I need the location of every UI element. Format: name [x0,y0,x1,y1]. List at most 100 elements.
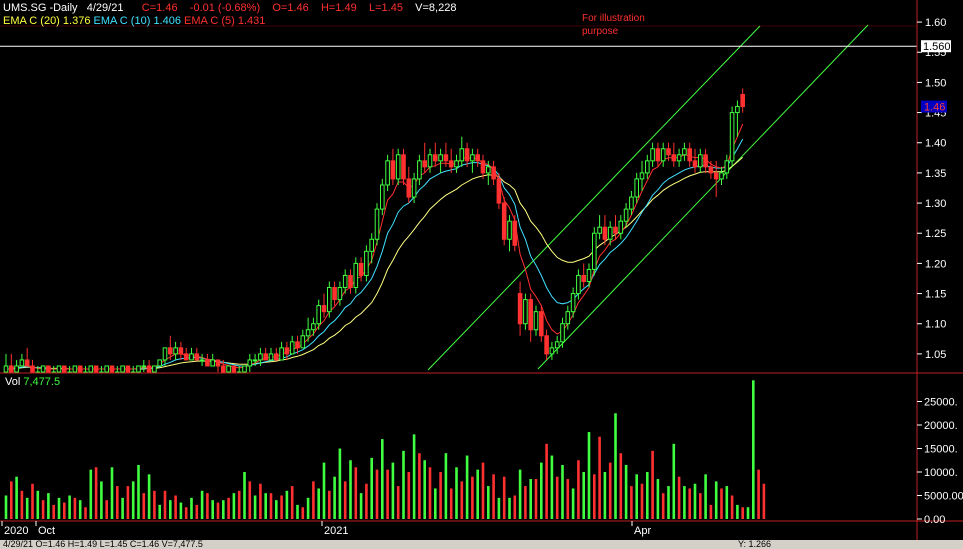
high-label: H=1.49 [320,2,357,14]
volume-bar [375,469,379,519]
volume-bar [131,481,135,519]
volume-bar [317,488,320,519]
volume-bar [296,504,299,519]
candle-body [46,365,51,373]
volume-bar [608,462,612,519]
candle-body [327,287,332,313]
volume-bar [137,464,140,519]
volume-bar [502,476,506,519]
volume-bar [126,486,130,519]
candle-body [385,160,390,186]
price-tick-label: 1.60 [925,17,946,29]
candle-body [141,365,147,368]
candle-body [517,293,523,325]
volume-bar [672,443,676,519]
volume-bar [428,467,432,519]
volume-bar [110,467,114,519]
volume-bar [582,472,585,519]
candle [46,365,51,373]
volume-bar [243,472,246,519]
candle-body [14,365,19,373]
candle-body [258,353,263,361]
volume-bar [587,432,591,519]
price-volume-chart[interactable]: 1.601.551.501.451.401.351.301.251.201.15… [0,0,963,549]
price-tick-label: 1.30 [925,198,946,210]
volume-bar [190,497,193,519]
volume-bar [275,500,278,519]
volume-bar [285,490,289,519]
candle [157,359,162,367]
time-tick-label: 2020 [4,525,28,537]
volume-bar [359,493,363,519]
volume-bar [121,497,124,519]
candle [88,365,94,373]
candle-body [554,341,560,349]
volume-bar [184,507,188,519]
volume-bar [57,497,61,519]
candle-body [496,178,502,204]
volume-bar [646,472,649,519]
volume-bar [343,481,347,519]
volume-bar [444,453,448,519]
candle-body [411,178,417,198]
illustration-note: For illustration purpose [582,13,645,37]
ema10-legend-value: 1.406 [153,15,181,27]
candle-body [3,365,9,373]
candle-body [735,106,740,114]
volume-bar [741,507,744,519]
time-tick-label: Apr [634,525,651,537]
volume-bar [253,495,257,519]
volume-bar [15,476,18,519]
candle-body [448,160,454,168]
volume-bar [508,497,511,519]
volume-bar [407,472,411,519]
volume-bar [333,476,336,519]
candle-body [639,172,645,180]
volume-bar [52,504,55,519]
candle-body [613,226,618,234]
volume-bar [492,474,495,519]
candle-body [491,166,496,180]
volume-bar [306,497,310,519]
candle-body [221,365,226,373]
volume-bar [68,495,71,519]
volume-label: V=8,228 [415,2,457,14]
candle-body [729,112,735,162]
candle-body [539,311,544,337]
volume-bar [78,500,82,519]
candle-body [342,274,348,289]
volume-bar [370,457,373,519]
ema20-legend-value: 1.376 [62,15,91,27]
candle-body [62,365,67,373]
volume-bar [174,495,177,519]
volume-bar [524,486,527,519]
volume-bar [640,483,644,519]
volume-bar [153,490,156,519]
candle-body [109,365,115,373]
change-label: -0.01 (-0.68%) [189,2,261,14]
volume-bar [328,490,331,519]
volume-tick-label: 15000. [924,444,958,456]
candle [242,365,247,373]
candle-body [353,262,359,289]
candle-body [178,347,184,355]
volume-bar [158,504,161,519]
candle-body [645,160,650,174]
candle-body [56,365,62,373]
volume-bar [534,479,538,519]
volume-bar [105,500,108,519]
volume-bar [386,469,389,519]
candle-body [380,184,385,210]
candle [125,365,131,373]
status-y-readout: Y: 1.266 [738,540,772,549]
candle-body [454,160,459,168]
volume-bar [571,488,575,519]
volume-bar [84,507,87,519]
candle-body [422,160,427,168]
volume-bar [280,495,283,519]
candle-body [507,220,512,240]
volume-bar [465,455,469,519]
volume-bar [513,495,517,519]
volume-bar [402,450,405,519]
price-tick-label: 1.35 [925,168,946,180]
